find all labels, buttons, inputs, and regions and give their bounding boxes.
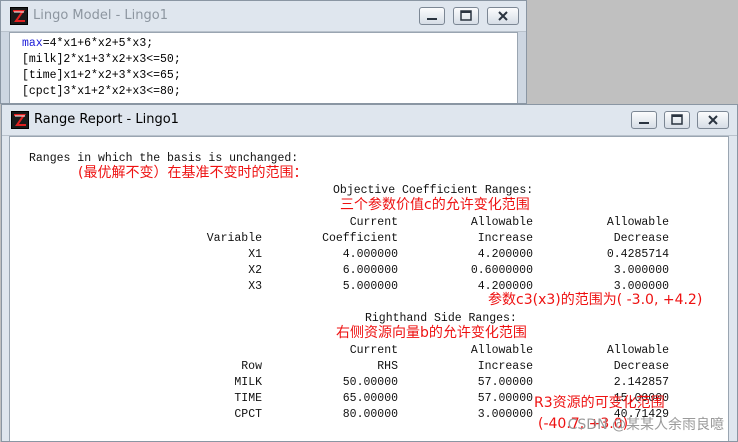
code-text: =4*x1+6*x2+5*x3; [42, 37, 154, 50]
column-header: Current [349, 216, 398, 229]
increase-cell: 57.00000 [477, 392, 533, 405]
rhs-annotation: 右侧资源向量b的允许变化范围 [336, 325, 527, 341]
column-header: Increase [477, 232, 533, 245]
column-header: Current [349, 344, 398, 357]
code-keyword: max [22, 37, 43, 50]
increase-cell: 0.6000000 [470, 264, 533, 277]
column-header: Decrease [613, 360, 669, 373]
coefficient-cell: 5.000000 [342, 280, 398, 293]
basis-annotation: (最优解不变）在基准不变时的范围： [78, 165, 308, 181]
column-header: Row [241, 360, 262, 373]
report-window-title: Range Report - Lingo1 [34, 112, 179, 127]
report-titlebar[interactable]: Range Report - Lingo1 [2, 105, 737, 136]
rhs-cell: 65.00000 [342, 392, 398, 405]
r3-range-annotation-line-1: R3资源的可变化范围 [534, 395, 665, 411]
increase-cell: 4.200000 [477, 248, 533, 261]
model-editor[interactable]: max=4*x1+6*x2+5*x3; [milk]2*x1+3*x2+x3<=5… [9, 32, 518, 103]
column-header: Allowable [470, 344, 533, 357]
minimize-button[interactable] [631, 111, 657, 129]
variable-cell: X1 [248, 248, 262, 261]
lingo-model-window[interactable]: Lingo Model - Lingo1 max=4*x1+6*x2+5*x3;… [0, 0, 527, 104]
column-header: Decrease [613, 232, 669, 245]
objective-annotation: 三个参数价值c的允许变化范围 [340, 197, 530, 213]
increase-cell: 3.000000 [477, 408, 533, 421]
column-header: Allowable [606, 216, 669, 229]
decrease-cell: 2.142857 [613, 376, 669, 389]
code-line[interactable]: [milk]2*x1+3*x2+x3<=50; [22, 52, 181, 68]
maximize-button[interactable] [664, 111, 690, 129]
decrease-cell: 0.4285714 [606, 248, 669, 261]
increase-cell: 57.00000 [477, 376, 533, 389]
close-button[interactable] [697, 111, 729, 129]
code-line[interactable]: [time]x1+2*x2+3*x3<=65; [22, 68, 181, 84]
row-name-cell: TIME [234, 392, 262, 405]
decrease-cell: 3.000000 [613, 264, 669, 277]
coefficient-cell: 6.000000 [342, 264, 398, 277]
minimize-button[interactable] [419, 7, 445, 25]
column-header: Coefficient [322, 232, 398, 245]
code-text: [cpct]3*x1+2*x2+x3<=80; [22, 85, 181, 98]
model-titlebar[interactable]: Lingo Model - Lingo1 [1, 1, 526, 32]
maximize-button[interactable] [453, 7, 479, 25]
code-text: [time]x1+2*x2+3*x3<=65; [22, 69, 181, 82]
close-button[interactable] [487, 7, 519, 25]
coefficient-cell: 4.000000 [342, 248, 398, 261]
code-line[interactable]: max=4*x1+6*x2+5*x3; [22, 36, 181, 52]
c3-range-annotation: 参数c3(x3)的范围为( -3.0, +4.2) [488, 292, 703, 308]
column-header: Allowable [606, 344, 669, 357]
variable-cell: X3 [248, 280, 262, 293]
variable-cell: X2 [248, 264, 262, 277]
rhs-cell: 50.00000 [342, 376, 398, 389]
code-line[interactable]: [cpct]3*x1+2*x2+x3<=80; [22, 84, 181, 100]
rhs-cell: 80.00000 [342, 408, 398, 421]
row-name-cell: CPCT [234, 408, 262, 421]
model-window-title: Lingo Model - Lingo1 [33, 8, 168, 23]
model-code[interactable]: max=4*x1+6*x2+5*x3; [milk]2*x1+3*x2+x3<=5… [22, 36, 181, 100]
column-header: Variable [206, 232, 262, 245]
column-header: RHS [377, 360, 398, 373]
column-header: Allowable [470, 216, 533, 229]
code-text: [milk]2*x1+3*x2+x3<=50; [22, 53, 181, 66]
lingo-app-icon [10, 7, 28, 25]
column-header: Increase [477, 360, 533, 373]
row-name-cell: MILK [234, 376, 262, 389]
lingo-app-icon [11, 111, 29, 129]
watermark: CSDN @某某人余雨良噫 [567, 417, 724, 433]
